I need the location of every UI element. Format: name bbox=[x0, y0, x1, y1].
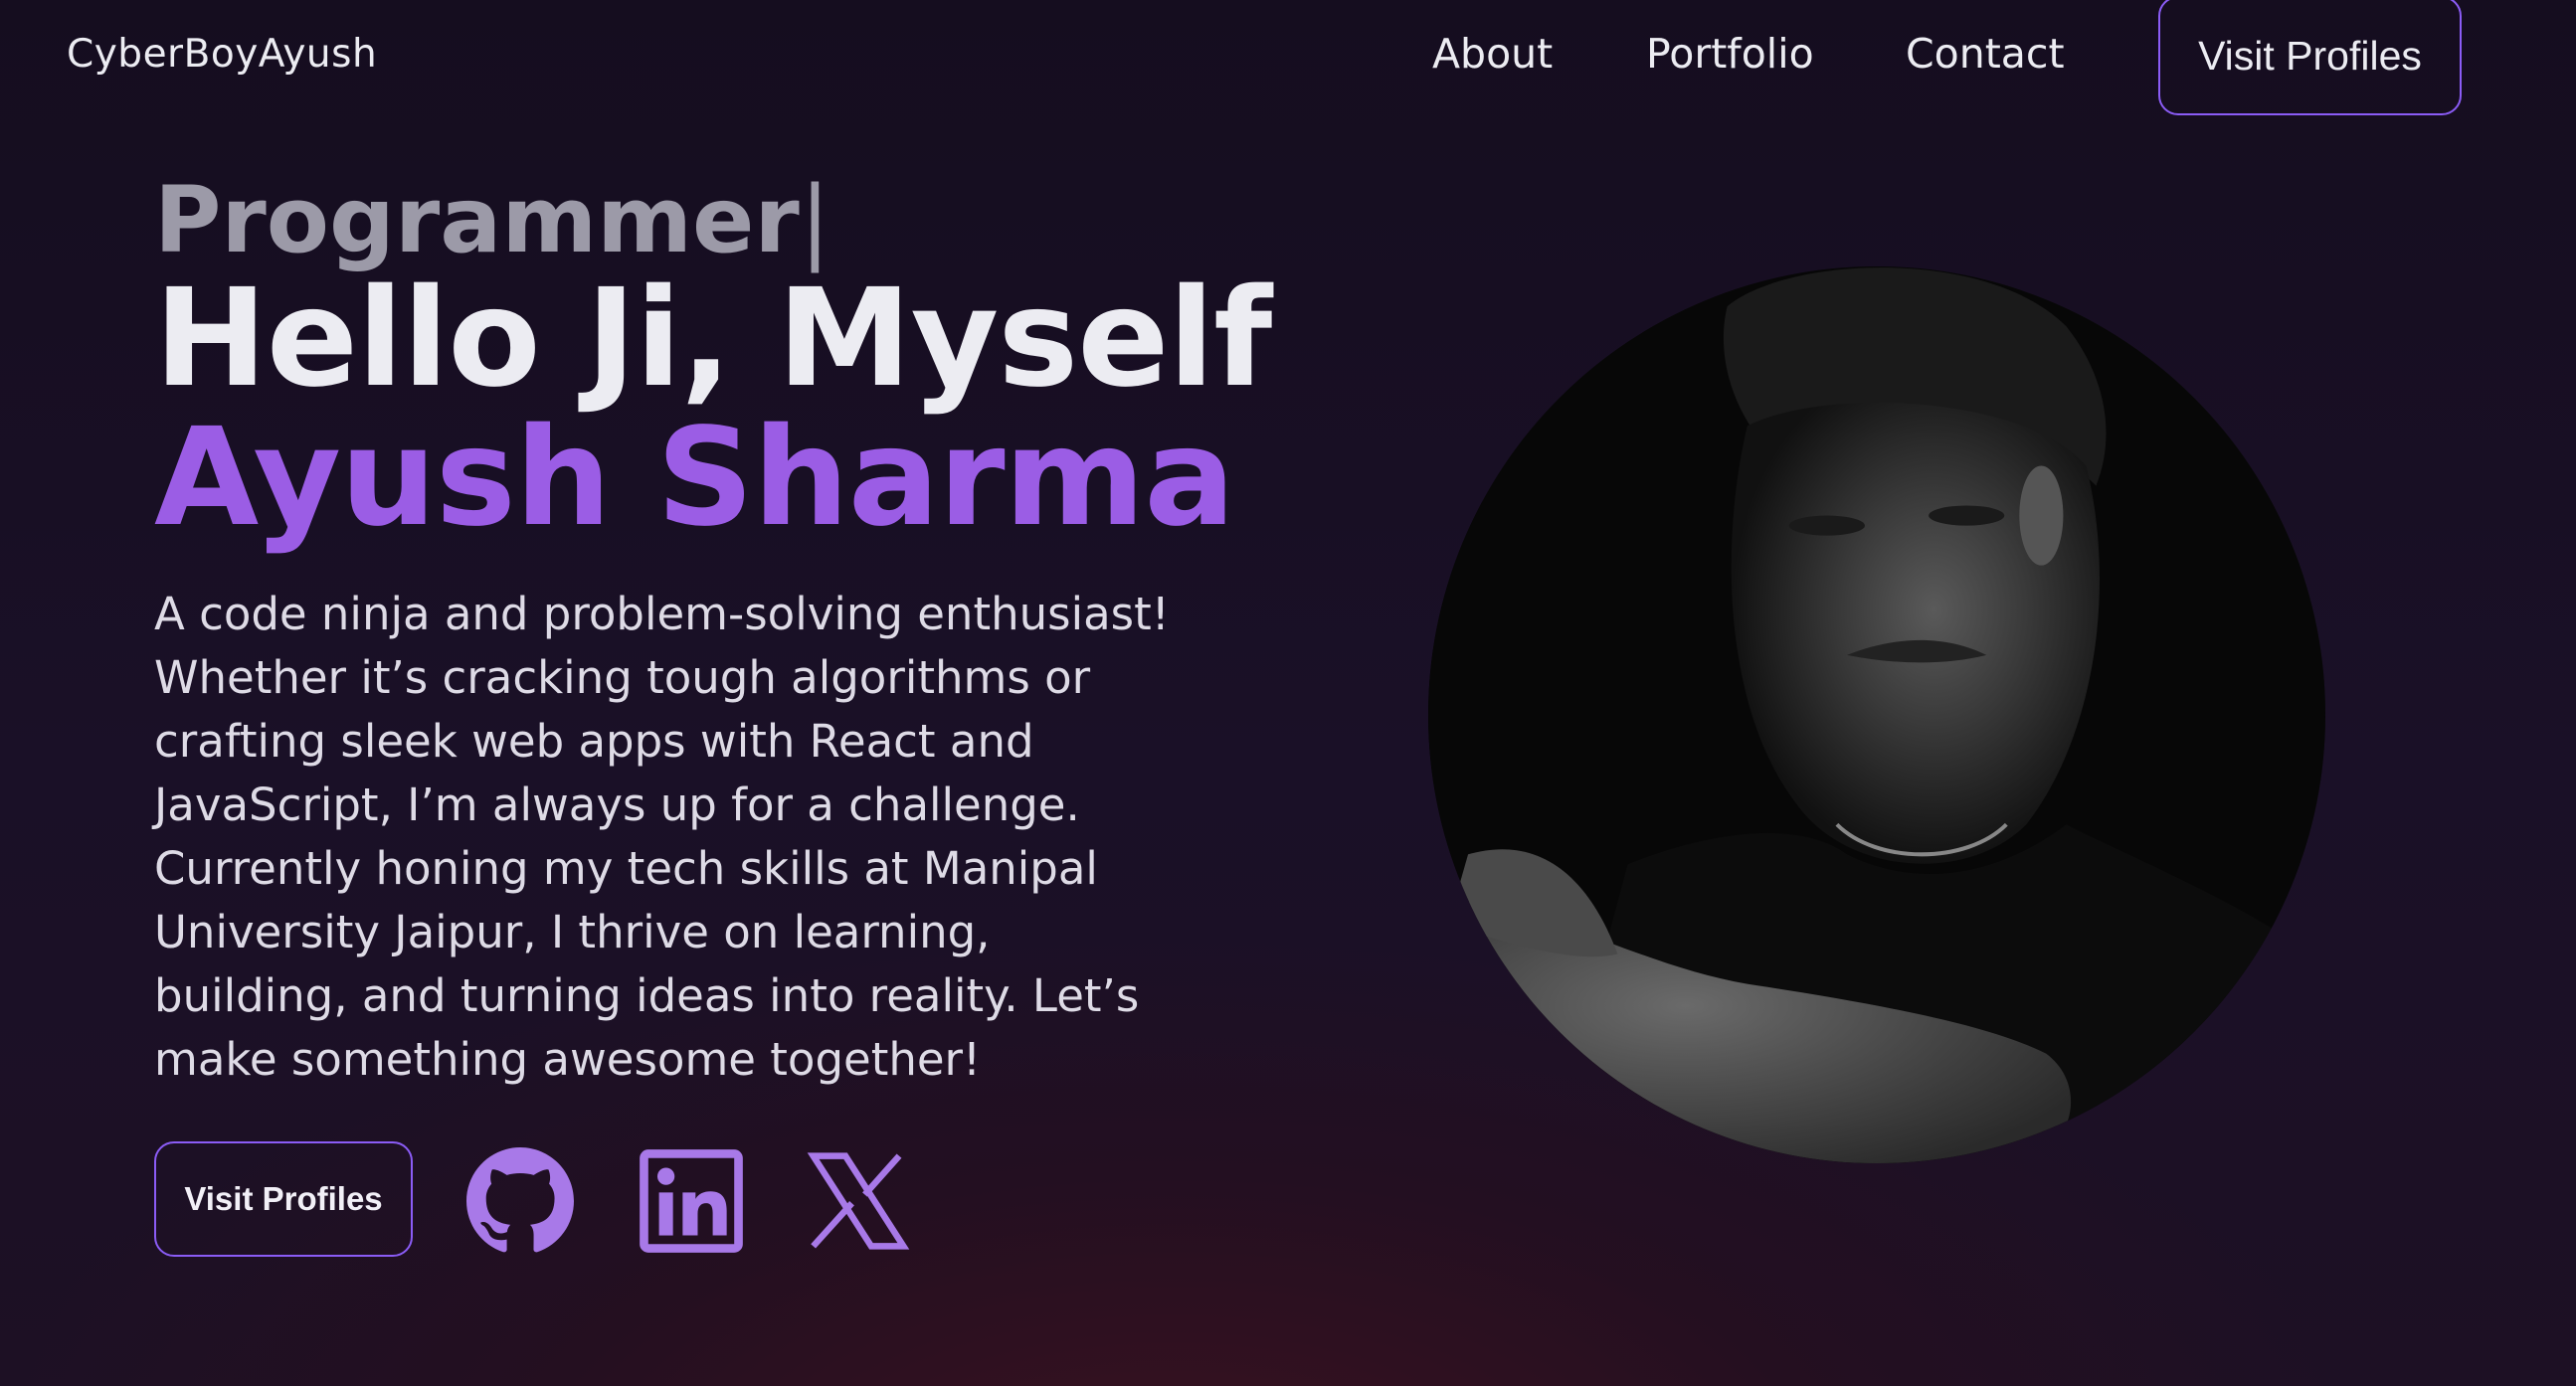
github-icon[interactable] bbox=[466, 1147, 574, 1255]
visit-profiles-button[interactable]: Visit Profiles bbox=[154, 1141, 413, 1257]
nav-link-contact[interactable]: Contact bbox=[1906, 30, 2065, 78]
nav-visit-profiles-button[interactable]: Visit Profiles bbox=[2158, 0, 2462, 115]
nav-link-portfolio[interactable]: Portfolio bbox=[1646, 30, 1814, 78]
typed-role-text: Programmer| bbox=[154, 167, 830, 273]
greeting-heading: Hello Ji, Myself bbox=[154, 260, 1272, 418]
bio-paragraph: A code ninja and problem-solving enthusi… bbox=[154, 588, 1170, 1086]
brand-logo-text[interactable]: CyberBoyAyush bbox=[67, 32, 377, 77]
profile-photo-graphic bbox=[1428, 266, 2325, 1163]
profile-photo bbox=[1428, 266, 2325, 1163]
typing-caret: | bbox=[799, 167, 830, 273]
name-heading: Ayush Sharma bbox=[154, 400, 1235, 557]
linkedin-icon-graphic bbox=[640, 1149, 743, 1253]
role-text: Programmer bbox=[154, 167, 800, 273]
hero-actions: Visit Profiles bbox=[154, 1141, 910, 1257]
nav-link-about[interactable]: About bbox=[1432, 30, 1553, 78]
github-icon-graphic bbox=[466, 1147, 574, 1253]
top-navbar: CyberBoyAyush About Portfolio Contact Vi… bbox=[0, 0, 2576, 115]
linkedin-icon[interactable] bbox=[638, 1147, 745, 1255]
x-icon[interactable] bbox=[805, 1147, 912, 1255]
x-icon-graphic bbox=[807, 1152, 910, 1250]
